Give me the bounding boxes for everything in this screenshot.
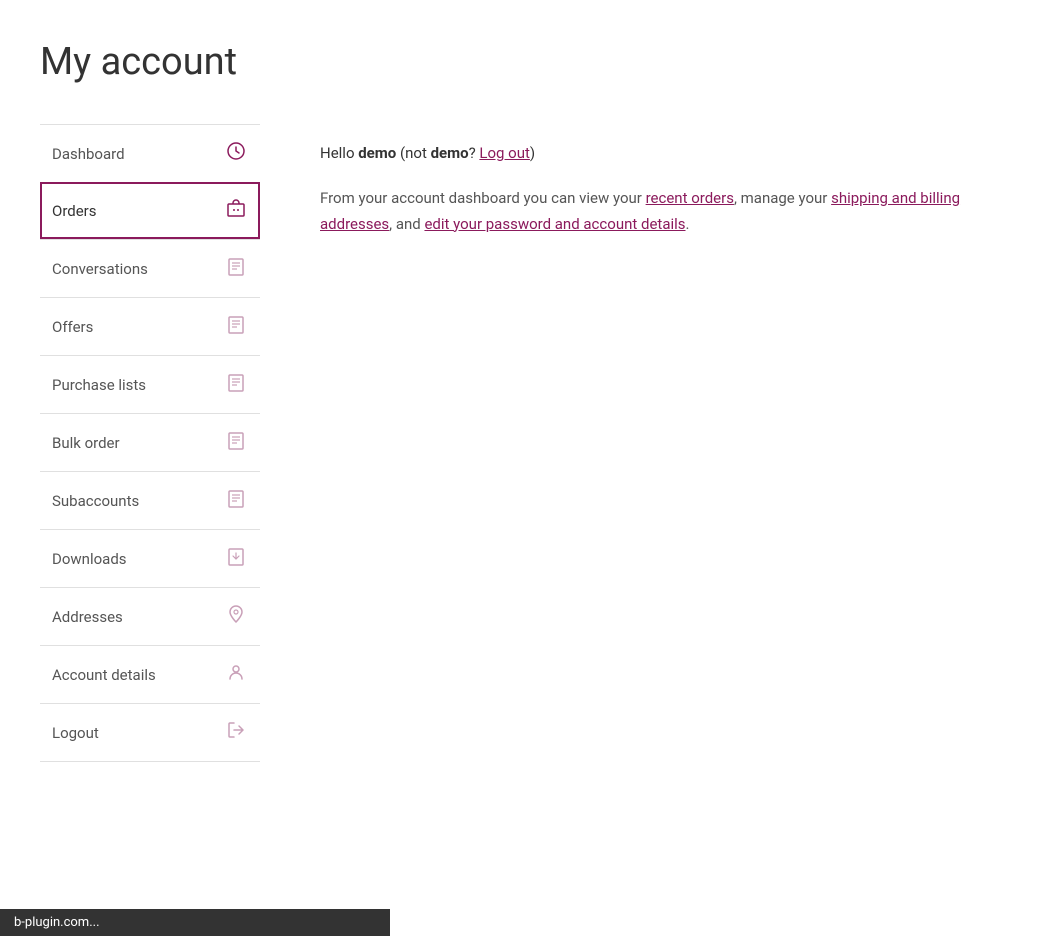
offers-icon [224,314,248,339]
orders-icon [224,198,248,223]
sidebar-item-conversations[interactable]: Conversations [40,239,260,297]
recent-orders-link[interactable]: recent orders [646,189,734,207]
sidebar-item-label: Orders [52,202,97,220]
sidebar-item-orders[interactable]: Orders [40,182,260,239]
dashboard-icon [224,141,248,166]
description: From your account dashboard you can view… [320,186,1016,237]
sidebar-item-label: Conversations [52,260,148,278]
sidebar-item-label: Dashboard [52,145,125,163]
sidebar-item-downloads[interactable]: Downloads [40,529,260,587]
addresses-icon [224,604,248,629]
sidebar-item-label: Downloads [52,550,127,568]
desc-text-middle1: , manage your [734,189,831,207]
sidebar-item-label: Purchase lists [52,376,146,394]
hello-username: demo [358,144,396,162]
logout-icon [224,720,248,745]
status-bar: b-plugin.com... [0,909,390,936]
sidebar: Dashboard Orders [40,124,260,762]
hello-prefix: Hello [320,144,358,162]
hello-suffix: ) [530,144,535,162]
desc-text-end: . [686,215,690,233]
downloads-icon [224,546,248,571]
sidebar-item-label: Account details [52,666,156,684]
sidebar-item-dashboard[interactable]: Dashboard [40,124,260,182]
sidebar-item-subaccounts[interactable]: Subaccounts [40,471,260,529]
sidebar-item-offers[interactable]: Offers [40,297,260,355]
sidebar-item-account-details[interactable]: Account details [40,645,260,703]
bulk-order-icon [224,430,248,455]
sidebar-item-label: Bulk order [52,434,120,452]
sidebar-item-bulk-order[interactable]: Bulk order [40,413,260,471]
status-text: b-plugin.com... [14,915,100,930]
edit-password-link[interactable]: edit your password and account details [424,215,685,233]
page-container: My account Dashboard Orders [0,0,1056,802]
sidebar-item-label: Offers [52,318,93,336]
content-wrapper: Dashboard Orders [40,124,1016,762]
hello-not-text: (not [396,144,430,162]
main-content: Hello demo (not demo? Log out) From your… [320,124,1016,237]
sidebar-item-label: Logout [52,724,99,742]
purchase-lists-icon [224,372,248,397]
sidebar-item-logout[interactable]: Logout [40,703,260,762]
sidebar-item-purchase-lists[interactable]: Purchase lists [40,355,260,413]
sidebar-item-label: Subaccounts [52,492,139,510]
conversations-icon [224,256,248,281]
logout-link[interactable]: Log out [479,144,530,162]
sidebar-item-addresses[interactable]: Addresses [40,587,260,645]
hello-question: ? [469,144,480,162]
subaccounts-icon [224,488,248,513]
hello-message: Hello demo (not demo? Log out) [320,144,1016,162]
page-title: My account [40,40,1016,84]
sidebar-item-label: Addresses [52,608,123,626]
account-details-icon [224,662,248,687]
desc-text-middle2: , and [389,215,424,233]
hello-username2: demo [431,144,469,162]
desc-text-before: From your account dashboard you can view… [320,189,646,207]
